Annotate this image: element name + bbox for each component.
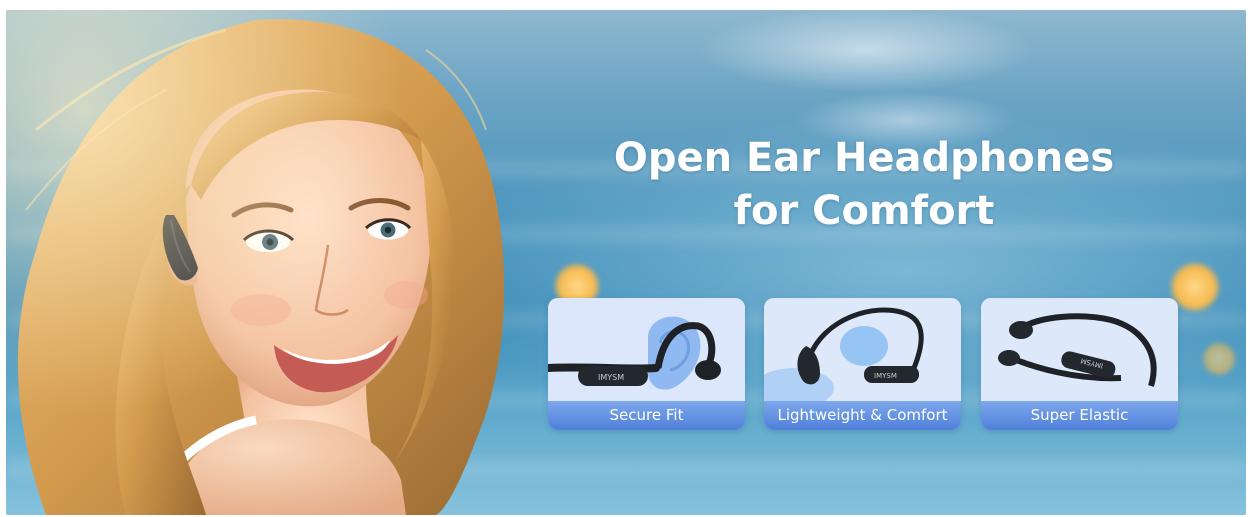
hero-banner: Open Ear Headphones for Comfort IMYSM Se…: [6, 10, 1246, 515]
brand-logo-text: IMYSM: [874, 372, 897, 380]
feature-card-super-elastic: IMYSM Super Elastic: [981, 298, 1178, 430]
headline-line-2: for Comfort: [733, 188, 995, 234]
woman-portrait-image: [6, 10, 536, 515]
headphone-with-feather-image: IMYSM: [764, 298, 961, 401]
feature-label: Super Elastic: [981, 401, 1178, 430]
bokeh-light: [1202, 342, 1236, 376]
feature-card-secure-fit: IMYSM Secure Fit: [548, 298, 745, 430]
feature-label: Secure Fit: [548, 401, 745, 430]
feature-cards: IMYSM Secure Fit IMYSM Lightweight & Com…: [548, 298, 1188, 430]
headphone-bent-image: IMYSM: [981, 298, 1178, 401]
feature-label: Lightweight & Comfort: [764, 401, 961, 430]
brand-logo-text: IMYSM: [598, 373, 624, 382]
feature-card-lightweight: IMYSM Lightweight & Comfort: [764, 298, 961, 430]
headphone-on-ear-image: IMYSM: [548, 298, 745, 401]
page-title: Open Ear Headphones for Comfort: [584, 132, 1144, 238]
headline-line-1: Open Ear Headphones: [613, 135, 1115, 181]
